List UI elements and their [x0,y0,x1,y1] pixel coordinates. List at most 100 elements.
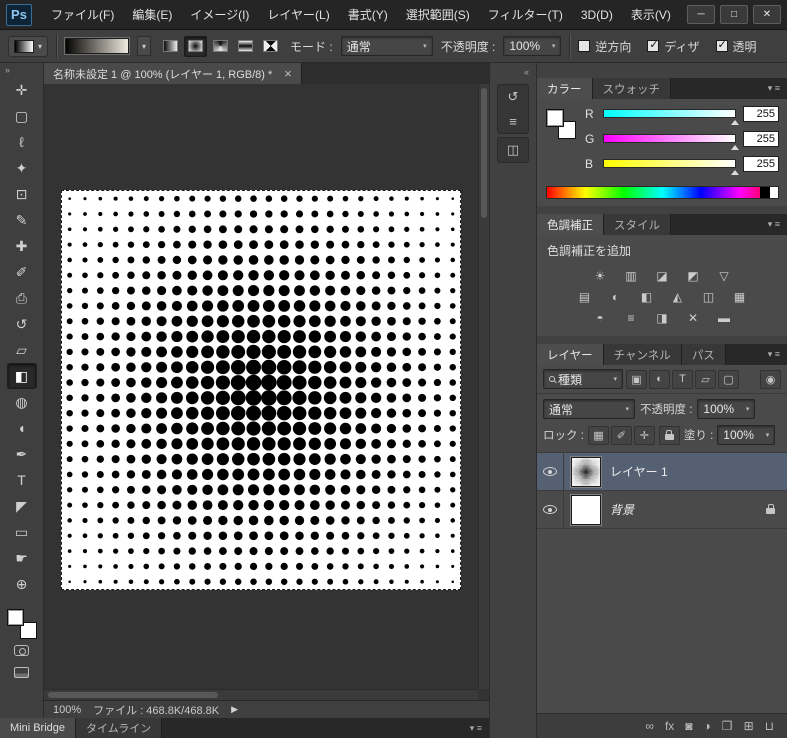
close-button[interactable]: ✕ [753,5,781,24]
eraser-tool[interactable]: ▱ [7,337,37,363]
channel-value-field[interactable]: 255 [743,106,779,122]
canvas-with-selection[interactable] [61,190,461,590]
menu-image[interactable]: イメージ(I) [181,0,258,29]
blend-mode-select[interactable]: 通常▾ [543,399,635,419]
new-layer-icon[interactable]: ⊞ [744,719,754,733]
reflected-gradient-button[interactable] [234,36,257,57]
scrollbar-thumb[interactable] [481,88,487,218]
photo-filter-icon[interactable]: ◭ [666,287,690,306]
menu-view[interactable]: 表示(V) [622,0,680,29]
levels-icon[interactable]: ▥ [619,266,643,285]
crop-tool[interactable]: ⊡ [7,181,37,207]
layer-opacity-select[interactable]: 100%▾ [697,399,755,419]
menu-select[interactable]: 選択範囲(S) [397,0,479,29]
horizontal-scrollbar[interactable] [44,689,478,700]
link-layers-icon[interactable]: ∞ [645,719,654,733]
delete-layer-icon[interactable]: ⊔ [765,719,774,733]
tab-swatches[interactable]: スウォッチ [593,78,672,99]
color-balance-icon[interactable]: ◐ [604,287,628,306]
menu-layer[interactable]: レイヤー(L) [258,0,338,29]
tab-layers[interactable]: レイヤー [537,344,604,365]
filter-smart-objects-icon[interactable]: ▢ [718,370,739,389]
foreground-color-swatch[interactable] [546,109,564,127]
document-tab[interactable]: 名称未設定 1 @ 100% (レイヤー 1, RGB/8) * × [44,63,302,84]
dodge-tool[interactable]: ◖ [7,415,37,441]
layer-thumbnail[interactable] [571,457,601,487]
filter-type-layers-icon[interactable]: T [672,370,693,389]
foreground-background-swatches[interactable] [7,609,37,639]
layer-name[interactable]: レイヤー 1 [610,463,668,480]
layer-filter-select[interactable]: 種類 ▾ [543,369,623,389]
collapsed-panel-icon-2[interactable]: ≡ [498,109,528,133]
tab-adjustments[interactable]: 色調補正 [537,214,604,235]
curves-icon[interactable]: ◪ [650,266,674,285]
gradient-picker-arrow[interactable]: ▾ [137,36,151,56]
gradient-map-icon[interactable]: ▬ [712,308,736,327]
foreground-color-swatch[interactable] [7,609,24,626]
maximize-button[interactable]: □ [720,5,748,24]
tab-mini-bridge[interactable]: Mini Bridge [0,718,76,738]
menu-filter[interactable]: フィルター(T) [479,0,572,29]
menu-edit[interactable]: 編集(E) [123,0,181,29]
reverse-checkbox[interactable]: 逆方向 [578,38,631,55]
zoom-level[interactable]: 100% [53,704,81,716]
collapsed-panel-icon-3[interactable]: ◫ [498,138,528,162]
filter-pixel-layers-icon[interactable]: ▣ [626,370,647,389]
close-tab-icon[interactable]: × [284,66,292,81]
channel-slider-track[interactable] [603,159,736,168]
minimize-button[interactable]: ─ [687,5,715,24]
channel-slider-track[interactable] [603,109,736,118]
add-layer-mask-icon[interactable]: ◙ [685,719,692,733]
channel-slider-track[interactable] [603,134,736,143]
eyedropper-tool[interactable]: ✎ [7,207,37,233]
layer-thumbnail[interactable] [571,495,601,525]
shape-tool[interactable]: ▭ [7,519,37,545]
screen-mode-button[interactable] [7,661,37,683]
filter-toggle-icon[interactable]: ◉ [760,370,781,389]
channel-value-field[interactable]: 255 [743,156,779,172]
quick-mask-button[interactable] [7,639,37,661]
opacity-select[interactable]: 100%▾ [503,36,561,56]
mode-select[interactable]: 通常▾ [341,36,433,56]
hand-tool[interactable]: ☛ [7,545,37,571]
radial-gradient-button[interactable] [184,36,207,57]
black-white-icon[interactable]: ◧ [635,287,659,306]
angle-gradient-button[interactable] [209,36,232,57]
menu-file[interactable]: ファイル(F) [42,0,123,29]
path-selection-tool[interactable]: ◤ [7,493,37,519]
selective-color-icon[interactable]: ✕ [681,308,705,327]
channel-mixer-icon[interactable]: ◫ [697,287,721,306]
type-tool[interactable]: T [7,467,37,493]
panel-menu-icon[interactable]: ▾ ≡ [463,718,489,738]
panel-menu-icon[interactable]: ▾ ≡ [768,349,787,360]
panel-menu-icon[interactable]: ▾ ≡ [768,83,787,94]
checkbox[interactable] [716,40,728,52]
menu-type[interactable]: 書式(Y) [339,0,397,29]
brush-tool[interactable]: ✐ [7,259,37,285]
color-spectrum-ramp[interactable] [546,186,779,199]
tab-styles[interactable]: スタイル [604,214,671,235]
checkbox[interactable] [578,40,590,52]
dock-expander-icon[interactable]: « [490,63,536,81]
pen-tool[interactable]: ✒ [7,441,37,467]
move-tool[interactable]: ✛ [7,77,37,103]
visibility-toggle[interactable] [537,453,564,490]
tab-color[interactable]: カラー [537,78,593,99]
history-brush-tool[interactable]: ↺ [7,311,37,337]
panel-menu-icon[interactable]: ▾ ≡ [768,219,787,230]
canvas-viewport[interactable] [44,84,489,700]
threshold-icon[interactable]: ◨ [650,308,674,327]
vertical-scrollbar[interactable] [478,84,489,689]
gradient-preview[interactable] [65,38,129,54]
quick-selection-tool[interactable]: ✦ [7,155,37,181]
status-menu-arrow-icon[interactable]: ▶ [231,704,238,715]
tool-preset-dropdown[interactable]: ▾ [8,36,48,57]
collapsed-panel-icon-1[interactable]: ↺ [498,85,528,109]
filter-adjustment-layers-icon[interactable]: ◐ [649,370,670,389]
toolbar-expander-icon[interactable]: » [0,63,15,77]
zoom-tool[interactable]: ⊕ [7,571,37,597]
layer-effects-icon[interactable]: fx [665,719,674,733]
color-lookup-icon[interactable]: ▦ [728,287,752,306]
blur-tool[interactable]: ◍ [7,389,37,415]
lock-position-icon[interactable]: ✛ [634,426,655,445]
